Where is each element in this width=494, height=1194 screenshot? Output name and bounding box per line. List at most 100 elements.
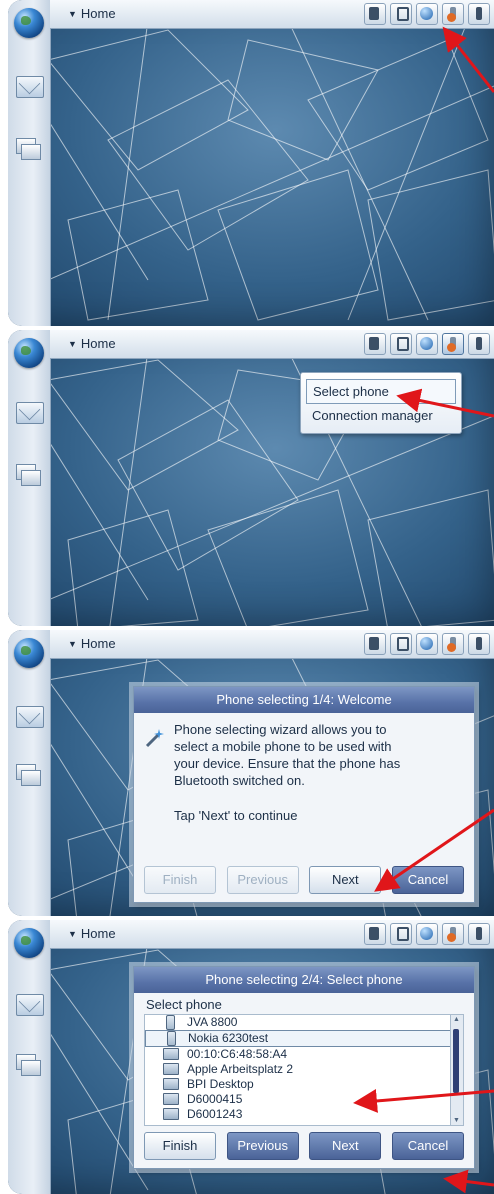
applications-globe-icon[interactable] bbox=[14, 638, 44, 668]
finish-button[interactable]: Finish bbox=[144, 866, 216, 894]
device-name: BPI Desktop bbox=[187, 1077, 254, 1091]
welcome-dialog: Phone selecting 1/4: Welcome Phone selec… bbox=[133, 686, 475, 903]
list-label: Select phone bbox=[146, 997, 222, 1012]
battery-icon[interactable] bbox=[390, 333, 412, 355]
mail-icon[interactable] bbox=[16, 402, 44, 424]
wallpaper-pattern bbox=[48, 20, 494, 321]
select-phone-dialog: Phone selecting 2/4: Select phone Select… bbox=[133, 966, 475, 1169]
previous-button[interactable]: Previous bbox=[226, 866, 299, 894]
home-menu[interactable]: ▼ Home bbox=[68, 926, 116, 941]
sidebar bbox=[8, 0, 51, 326]
sidebar bbox=[8, 330, 51, 626]
phone-icon bbox=[166, 1015, 175, 1030]
volume-icon[interactable] bbox=[468, 333, 490, 355]
intro-line-4: Bluetooth switched on. bbox=[174, 773, 305, 788]
computer-icon bbox=[163, 1078, 179, 1090]
phone-icon bbox=[167, 1031, 176, 1046]
scroll-thumb[interactable] bbox=[453, 1029, 459, 1093]
sidebar bbox=[8, 630, 51, 916]
home-screen-1: ▼ Home bbox=[8, 0, 494, 326]
phone-connection-icon[interactable] bbox=[442, 333, 464, 355]
caret-down-icon: ▼ bbox=[68, 929, 77, 939]
next-button[interactable]: Next bbox=[309, 1132, 382, 1160]
status-bar: ▼ Home bbox=[50, 330, 494, 359]
home-menu[interactable]: ▼ Home bbox=[68, 336, 116, 351]
battery-icon[interactable] bbox=[390, 633, 412, 655]
applications-globe-icon[interactable] bbox=[14, 928, 44, 958]
computer-icon bbox=[163, 1093, 179, 1105]
finish-button[interactable]: Finish bbox=[144, 1132, 216, 1160]
home-label: Home bbox=[80, 926, 116, 941]
caret-down-icon: ▼ bbox=[68, 9, 77, 19]
volume-icon[interactable] bbox=[468, 923, 490, 945]
bluetooth-icon[interactable] bbox=[364, 923, 386, 945]
status-bar: ▼ Home bbox=[50, 630, 494, 659]
dialog-title: Phone selecting 1/4: Welcome bbox=[134, 687, 474, 713]
volume-icon[interactable] bbox=[468, 633, 490, 655]
connection-menu: Select phone Connection manager bbox=[300, 372, 462, 434]
device-name: D6000415 bbox=[187, 1092, 243, 1106]
device-list: JVA 8800 Nokia 6230test 00:10:C6:48:58:A… bbox=[144, 1014, 464, 1126]
device-name: Nokia 6230test bbox=[188, 1031, 269, 1045]
cancel-button[interactable]: Cancel bbox=[391, 866, 464, 894]
computer-icon bbox=[163, 1063, 179, 1075]
device-row[interactable]: BPI Desktop bbox=[145, 1077, 463, 1092]
phone-connection-icon[interactable] bbox=[442, 923, 464, 945]
menu-item-connection-manager[interactable]: Connection manager bbox=[306, 404, 456, 427]
battery-icon[interactable] bbox=[390, 923, 412, 945]
scroll-down-icon[interactable]: ▼ bbox=[453, 1117, 460, 1124]
home-menu[interactable]: ▼ Home bbox=[68, 636, 116, 651]
internet-globe-icon[interactable] bbox=[416, 3, 438, 25]
applications-globe-icon[interactable] bbox=[14, 8, 44, 38]
task-switcher-icon[interactable] bbox=[16, 464, 42, 488]
device-row[interactable]: D6000415 bbox=[145, 1092, 463, 1107]
phone-connection-icon[interactable] bbox=[442, 633, 464, 655]
home-label: Home bbox=[80, 6, 116, 21]
home-screen-2: ▼ Home Select phone Connection manager bbox=[8, 330, 494, 626]
bluetooth-icon[interactable] bbox=[364, 3, 386, 25]
phone-connection-icon[interactable] bbox=[442, 3, 464, 25]
device-list-scrollbar[interactable]: ▲ ▼ bbox=[450, 1015, 463, 1125]
mail-icon[interactable] bbox=[16, 994, 44, 1016]
caret-down-icon: ▼ bbox=[68, 639, 77, 649]
device-row[interactable]: D6001243 bbox=[145, 1107, 463, 1122]
home-label: Home bbox=[80, 636, 116, 651]
menu-item-select-phone[interactable]: Select phone bbox=[306, 379, 456, 404]
intro-line-3: your device. Ensure that the phone has bbox=[174, 756, 401, 771]
home-screen-3: ▼ Home Phone selecting 1/4: Welcome Phone… bbox=[8, 630, 494, 916]
home-menu[interactable]: ▼ Home bbox=[68, 6, 116, 21]
mail-icon[interactable] bbox=[16, 76, 44, 98]
device-row[interactable]: Apple Arbeitsplatz 2 bbox=[145, 1062, 463, 1077]
battery-icon[interactable] bbox=[390, 3, 412, 25]
device-name: 00:10:C6:48:58:A4 bbox=[187, 1047, 288, 1061]
bluetooth-icon[interactable] bbox=[364, 633, 386, 655]
task-switcher-icon[interactable] bbox=[16, 764, 42, 788]
device-name: Apple Arbeitsplatz 2 bbox=[187, 1062, 294, 1076]
device-row-selected[interactable]: Nokia 6230test bbox=[145, 1030, 463, 1047]
status-icons bbox=[364, 3, 490, 25]
cancel-button[interactable]: Cancel bbox=[391, 1132, 464, 1160]
applications-globe-icon[interactable] bbox=[14, 338, 44, 368]
task-switcher-icon[interactable] bbox=[16, 138, 42, 162]
internet-globe-icon[interactable] bbox=[416, 923, 438, 945]
continue-hint: Tap 'Next' to continue bbox=[174, 808, 298, 823]
bluetooth-icon[interactable] bbox=[364, 333, 386, 355]
scroll-up-icon[interactable]: ▲ bbox=[453, 1016, 460, 1023]
volume-icon[interactable] bbox=[468, 3, 490, 25]
internet-globe-icon[interactable] bbox=[416, 333, 438, 355]
previous-button[interactable]: Previous bbox=[226, 1132, 299, 1160]
internet-globe-icon[interactable] bbox=[416, 633, 438, 655]
dialog-buttons: Finish Previous Next Cancel bbox=[134, 866, 474, 902]
device-row[interactable]: JVA 8800 bbox=[145, 1015, 463, 1030]
status-icons bbox=[364, 633, 490, 655]
device-row[interactable]: 00:10:C6:48:58:A4 bbox=[145, 1047, 463, 1062]
dialog-title: Phone selecting 2/4: Select phone bbox=[134, 967, 474, 993]
next-button[interactable]: Next bbox=[309, 866, 382, 894]
intro-line-2: select a mobile phone to be used with bbox=[174, 739, 392, 754]
status-icons bbox=[364, 923, 490, 945]
device-name: D6001243 bbox=[187, 1107, 243, 1121]
mail-icon[interactable] bbox=[16, 706, 44, 728]
intro-line-1: Phone selecting wizard allows you to bbox=[174, 722, 387, 737]
task-switcher-icon[interactable] bbox=[16, 1054, 42, 1078]
device-name: JVA 8800 bbox=[187, 1015, 238, 1029]
